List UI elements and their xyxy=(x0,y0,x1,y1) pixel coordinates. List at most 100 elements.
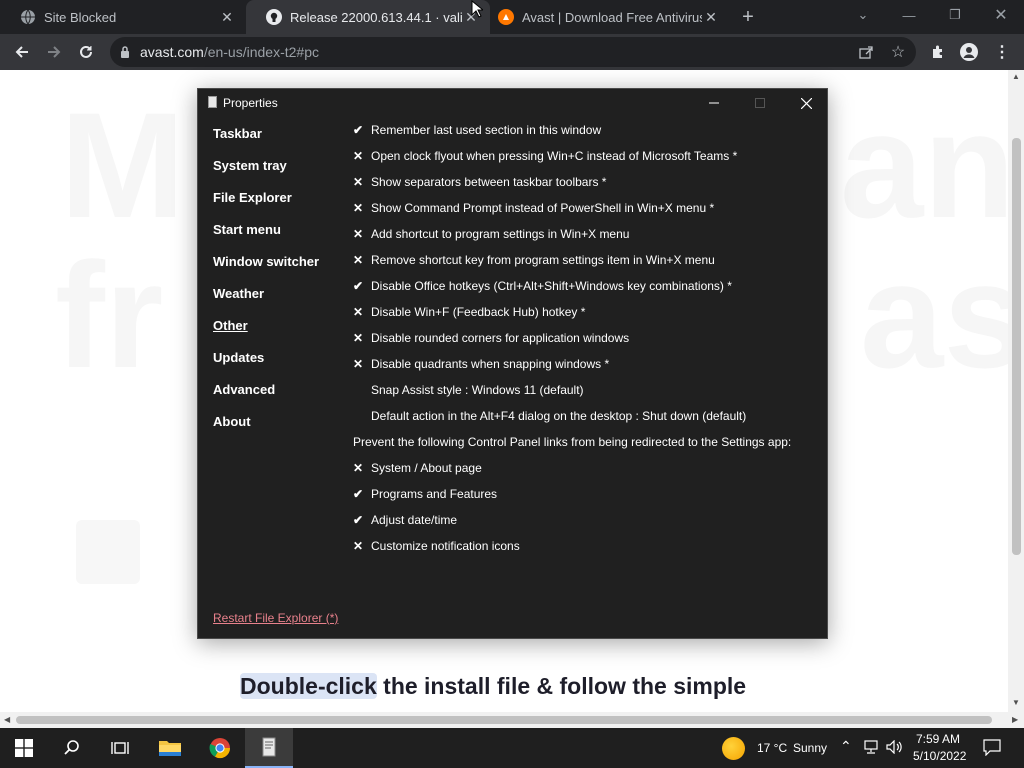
network-icon[interactable] xyxy=(862,740,880,759)
nav-item-advanced[interactable]: Advanced xyxy=(213,382,275,397)
option-item[interactable]: ✕ Customize notification icons xyxy=(353,539,520,553)
reload-icon[interactable] xyxy=(72,38,100,66)
start-button[interactable] xyxy=(0,728,48,768)
volume-icon[interactable] xyxy=(886,739,904,759)
lock-icon[interactable] xyxy=(120,46,130,58)
option-item[interactable]: Default action in the Alt+F4 dialog on t… xyxy=(353,409,746,423)
url-path: /en-us/index-t2#pc xyxy=(203,44,319,60)
scroll-up-icon[interactable]: ▲ xyxy=(1012,72,1020,81)
option-item[interactable]: Snap Assist style : Windows 11 (default) xyxy=(353,383,584,397)
option-item[interactable]: ✕ Disable quadrants when snapping windows… xyxy=(353,357,609,371)
tab-title: Avast | Download Free Antivirus xyxy=(522,9,702,25)
search-icon[interactable] xyxy=(48,728,96,768)
extensions-icon[interactable] xyxy=(926,40,950,64)
cross-icon: ✕ xyxy=(353,331,364,345)
close-window-icon[interactable]: ✕ xyxy=(978,0,1024,30)
tab-avast[interactable]: Avast | Download Free Antivirus ✕ xyxy=(478,0,730,34)
maximize-icon[interactable] xyxy=(737,89,783,117)
restore-icon[interactable]: ❐ xyxy=(932,0,978,30)
minimize-icon[interactable] xyxy=(691,89,737,117)
cross-icon: ✕ xyxy=(353,149,364,163)
option-item[interactable]: ✔ Programs and Features xyxy=(353,487,497,501)
share-icon[interactable] xyxy=(854,40,878,64)
option-label: Disable Win+F (Feedback Hub) hotkey * xyxy=(371,305,586,319)
restart-file-explorer-link[interactable]: Restart File Explorer (*) xyxy=(213,611,338,625)
nav-item-window-switcher[interactable]: Window switcher xyxy=(213,254,319,269)
vertical-scrollbar[interactable]: ▲ ▼ xyxy=(1008,70,1024,712)
dialog-titlebar[interactable]: Properties xyxy=(198,89,827,117)
tab-strip: Site Blocked ✕ Release 22000.613.44.1 · … xyxy=(0,0,1024,34)
option-item[interactable]: ✕ Open clock flyout when pressing Win+C i… xyxy=(353,149,737,163)
option-label: Add shortcut to program settings in Win+… xyxy=(371,227,630,241)
scroll-down-icon[interactable]: ▼ xyxy=(1012,698,1020,707)
option-label: Snap Assist style : Windows 11 (default) xyxy=(371,383,584,397)
new-tab-icon[interactable]: + xyxy=(736,5,760,29)
profile-icon[interactable] xyxy=(957,40,981,64)
minimize-icon[interactable]: — xyxy=(886,0,932,30)
scroll-right-icon[interactable]: ▶ xyxy=(1012,715,1018,724)
option-label: Disable Office hotkeys (Ctrl+Alt+Shift+W… xyxy=(371,279,732,293)
windows-logo-icon xyxy=(15,739,33,757)
close-icon[interactable] xyxy=(783,89,829,117)
nav-item-updates[interactable]: Updates xyxy=(213,350,264,365)
weather-condition[interactable]: Sunny xyxy=(793,741,827,755)
nav-item-system-tray[interactable]: System tray xyxy=(213,158,287,173)
background-heading-ghost: an xyxy=(840,81,1008,249)
cross-icon: ✕ xyxy=(353,227,364,241)
tab-search-icon[interactable]: ⌄ xyxy=(840,0,886,30)
page-headline: Double-click the install file & follow t… xyxy=(240,673,746,700)
clock-date[interactable]: 5/10/2022 xyxy=(913,749,966,763)
option-item[interactable]: ✔ Remember last used section in this wind… xyxy=(353,123,601,137)
nav-item-other[interactable]: Other xyxy=(213,318,248,333)
task-view-icon[interactable] xyxy=(96,728,144,768)
option-label: Prevent the following Control Panel link… xyxy=(353,435,792,449)
weather-sun-icon[interactable] xyxy=(722,737,745,760)
close-tab-icon[interactable]: ✕ xyxy=(702,8,720,26)
vertical-scroll-thumb[interactable] xyxy=(1012,138,1021,555)
close-tab-icon[interactable]: ✕ xyxy=(218,8,236,26)
properties-app-taskbar-button[interactable] xyxy=(245,728,293,768)
back-icon[interactable] xyxy=(8,38,36,66)
nav-item-weather[interactable]: Weather xyxy=(213,286,264,301)
tab-release-github[interactable]: Release 22000.613.44.1 · valinet/ ✕ xyxy=(246,0,490,34)
option-item[interactable]: ✕ Disable Win+F (Feedback Hub) hotkey * xyxy=(353,305,585,319)
option-item[interactable]: ✕ Show separators between taskbar toolbar… xyxy=(353,175,606,189)
file-explorer-icon[interactable] xyxy=(146,728,194,768)
option-label: Show Command Prompt instead of PowerShel… xyxy=(371,201,715,215)
cross-icon: ✕ xyxy=(353,253,364,267)
check-icon: ✔ xyxy=(353,513,364,527)
nav-item-about[interactable]: About xyxy=(213,414,251,429)
nav-item-start-menu[interactable]: Start menu xyxy=(213,222,281,237)
clock-time[interactable]: 7:59 AM xyxy=(916,732,960,746)
option-label: Disable rounded corners for application … xyxy=(371,331,630,345)
option-item[interactable]: ✕ Add shortcut to program settings in Win… xyxy=(353,227,629,241)
section-label: Prevent the following Control Panel link… xyxy=(353,435,791,449)
chevron-up-icon[interactable]: ⌃ xyxy=(840,738,852,755)
option-item[interactable]: ✕ Disable rounded corners for application… xyxy=(353,331,629,345)
bookmark-star-icon[interactable]: ☆ xyxy=(886,40,910,64)
tab-title: Release 22000.613.44.1 · valinet/ xyxy=(290,9,462,25)
option-item[interactable]: ✕ Remove shortcut key from program settin… xyxy=(353,253,715,267)
option-item[interactable]: ✕ System / About page xyxy=(353,461,482,475)
address-bar[interactable]: avast.com/en-us/index-t2#pc xyxy=(110,37,916,67)
properties-dialog: Properties Taskbar System tray File Explor… xyxy=(197,88,828,639)
option-item[interactable]: ✔ Adjust date/time xyxy=(353,513,457,527)
browser-toolbar: avast.com/en-us/index-t2#pc ☆ ⋮ xyxy=(0,34,1024,70)
check-icon: ✔ xyxy=(353,123,364,137)
scroll-left-icon[interactable]: ◀ xyxy=(4,715,10,724)
option-label: System / About page xyxy=(371,461,482,475)
windows-taskbar: 17 °C Sunny ⌃ 7:59 AM 5/10/2022 xyxy=(0,728,1024,768)
notifications-icon[interactable] xyxy=(983,739,1001,761)
menu-icon[interactable]: ⋮ xyxy=(990,40,1014,64)
headline-highlight: Double-click xyxy=(240,673,377,699)
nav-item-taskbar[interactable]: Taskbar xyxy=(213,126,262,141)
nav-item-file-explorer[interactable]: File Explorer xyxy=(213,190,292,205)
horizontal-scrollbar[interactable]: ◀ ▶ xyxy=(0,712,1024,728)
chrome-icon[interactable] xyxy=(196,728,244,768)
tab-site-blocked[interactable]: Site Blocked ✕ xyxy=(0,0,246,34)
option-item[interactable]: ✔ Disable Office hotkeys (Ctrl+Alt+Shift+… xyxy=(353,279,732,293)
horizontal-scroll-thumb[interactable] xyxy=(16,716,992,724)
forward-icon[interactable] xyxy=(40,38,68,66)
weather-temperature[interactable]: 17 °C xyxy=(757,741,787,755)
option-item[interactable]: ✕ Show Command Prompt instead of PowerShe… xyxy=(353,201,714,215)
